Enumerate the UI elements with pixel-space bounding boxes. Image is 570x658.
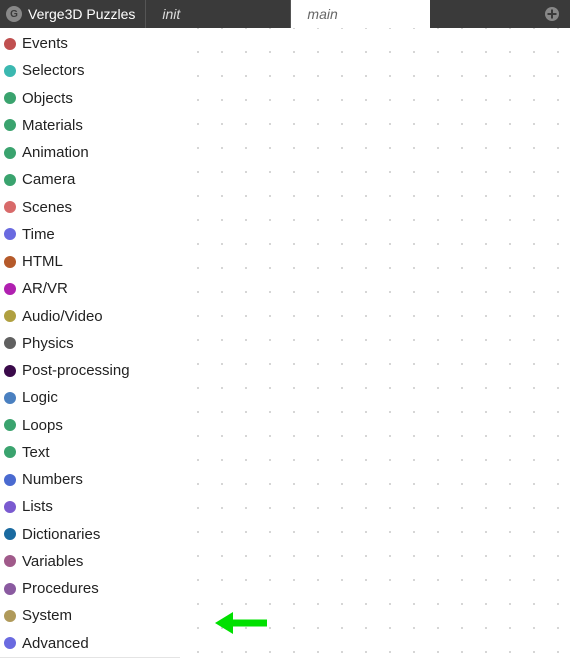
category-item[interactable]: Selectors [0,57,180,84]
category-item[interactable]: Loops [0,412,180,439]
category-dot-icon [4,147,16,159]
category-dot-icon [4,65,16,77]
category-dot-icon [4,337,16,349]
category-dot-icon [4,38,16,50]
category-label: Materials [22,114,83,137]
category-item[interactable]: Animation [0,139,180,166]
category-label: Scenes [22,196,72,219]
category-item[interactable]: Events [0,30,180,57]
category-item[interactable]: Post-processing [0,357,180,384]
category-label: Post-processing [22,359,130,382]
category-label: Objects [22,87,73,110]
category-dot-icon [4,228,16,240]
canvas-grid [180,28,570,658]
category-sidebar: Events Selectors Objects Materials Animation… [0,28,180,658]
workspace: Events Selectors Objects Materials Animation… [0,28,570,658]
category-item[interactable]: Variables [0,548,180,575]
category-item[interactable]: Physics [0,330,180,357]
annotation-arrow [215,608,270,643]
category-label: Audio/Video [22,305,103,328]
tab-init-label: init [162,6,180,22]
category-item[interactable]: Text [0,439,180,466]
category-label: Advanced [22,632,89,655]
category-dot-icon [4,446,16,458]
category-item[interactable]: Procedures [0,575,180,602]
category-label: Variables [22,550,83,573]
category-label: Selectors [22,59,85,82]
category-dot-icon [4,174,16,186]
category-dot-icon [4,201,16,213]
tab-spacer [430,0,534,28]
category-item[interactable]: Numbers [0,466,180,493]
category-dot-icon [4,637,16,649]
add-tab-button[interactable] [534,0,570,28]
category-label: Dictionaries [22,523,100,546]
category-label: HTML [22,250,63,273]
category-label: Lists [22,495,53,518]
category-dot-icon [4,92,16,104]
category-item[interactable]: Dictionaries [0,521,180,548]
category-label: Physics [22,332,74,355]
category-dot-icon [4,310,16,322]
category-item[interactable]: Objects [0,85,180,112]
category-dot-icon [4,474,16,486]
category-label: AR/VR [22,277,68,300]
tab-init[interactable]: init [145,0,290,28]
category-label: System [22,604,72,627]
category-dot-icon [4,283,16,295]
category-dot-icon [4,365,16,377]
category-dot-icon [4,528,16,540]
plus-icon [544,6,560,22]
category-dot-icon [4,256,16,268]
category-label: Loops [22,414,63,437]
category-dot-icon [4,501,16,513]
category-dot-icon [4,419,16,431]
tab-main[interactable]: main [290,0,430,28]
category-label: Logic [22,386,58,409]
category-item[interactable]: Time [0,221,180,248]
category-label: Animation [22,141,89,164]
category-label: Procedures [22,577,99,600]
tab-main-label: main [307,6,337,22]
brand-icon: G [6,6,22,22]
puzzle-canvas[interactable] [180,28,570,658]
category-item[interactable]: Audio/Video [0,303,180,330]
category-item[interactable]: HTML [0,248,180,275]
category-item[interactable]: System [0,602,180,629]
category-dot-icon [4,119,16,131]
category-item[interactable]: Lists [0,493,180,520]
category-item[interactable]: Materials [0,112,180,139]
category-dot-icon [4,555,16,567]
category-item[interactable]: AR/VR [0,275,180,302]
category-item[interactable]: Scenes [0,194,180,221]
category-label: Camera [22,168,75,191]
category-item[interactable]: Camera [0,166,180,193]
category-label: Text [22,441,50,464]
category-item[interactable]: Logic [0,384,180,411]
brand: G Verge3D Puzzles [0,0,145,28]
category-label: Time [22,223,55,246]
category-item[interactable]: Advanced [0,630,180,657]
brand-label: Verge3D Puzzles [28,6,135,22]
category-dot-icon [4,610,16,622]
top-bar: G Verge3D Puzzles init main [0,0,570,28]
category-dot-icon [4,583,16,595]
category-label: Numbers [22,468,83,491]
category-dot-icon [4,392,16,404]
category-label: Events [22,32,68,55]
